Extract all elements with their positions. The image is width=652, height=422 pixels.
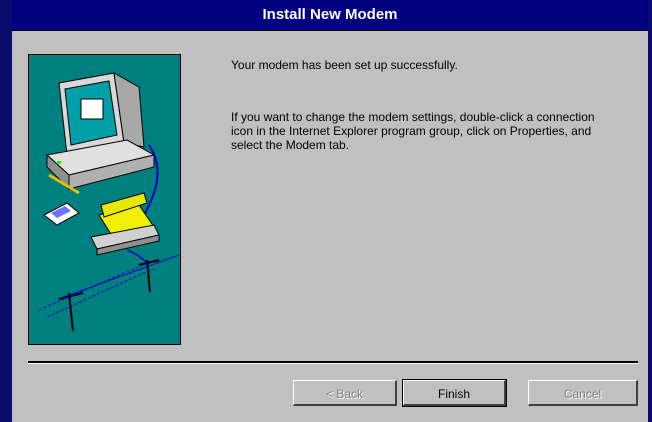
instructions-text: If you want to change the modem settings… xyxy=(231,110,595,152)
computer-icon xyxy=(45,72,156,191)
window-title: Install New Modem xyxy=(262,6,398,23)
cancel-button[interactable]: Cancel xyxy=(528,380,638,406)
telephone-pole-icon xyxy=(58,259,160,332)
window-edge-right xyxy=(648,0,652,422)
title-bar[interactable]: Install New Modem xyxy=(12,0,648,31)
window-edge-left xyxy=(0,0,12,422)
divider-highlight xyxy=(28,363,638,364)
finish-button[interactable]: Finish xyxy=(402,379,507,407)
back-button[interactable]: < Back xyxy=(293,380,397,406)
install-modem-dialog: Install New Modem Your modem has been se… xyxy=(0,0,652,422)
telephone-icon xyxy=(90,192,160,256)
modem-illustration xyxy=(28,54,181,345)
success-message: Your modem has been set up successfully. xyxy=(231,58,458,72)
